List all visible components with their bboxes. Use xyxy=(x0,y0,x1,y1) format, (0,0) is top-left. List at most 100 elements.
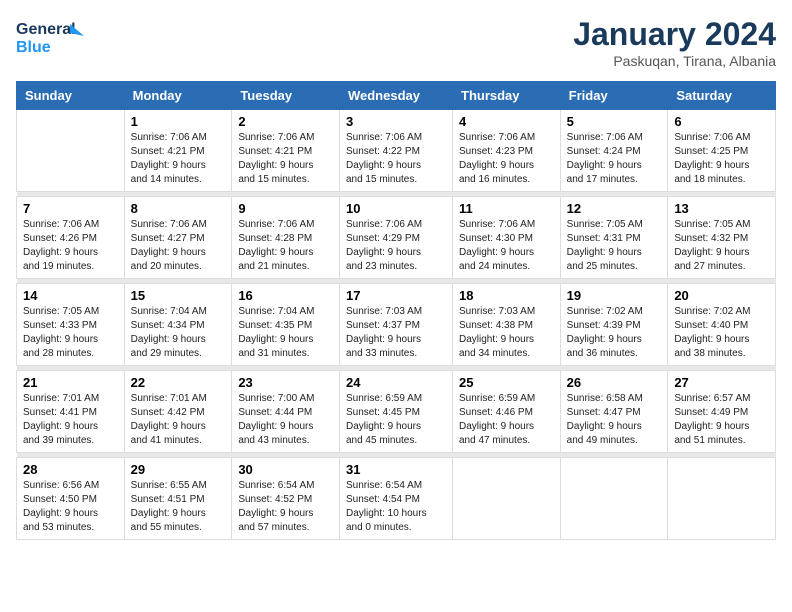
day-number: 2 xyxy=(238,114,333,129)
calendar-cell: 14Sunrise: 7:05 AM Sunset: 4:33 PM Dayli… xyxy=(17,284,125,366)
day-number: 20 xyxy=(674,288,769,303)
day-number: 28 xyxy=(23,462,118,477)
day-number: 7 xyxy=(23,201,118,216)
svg-text:Blue: Blue xyxy=(16,39,51,56)
calendar-cell: 16 Sunrise: 7:04 AM Sunset: 4:35 PM Dayli… xyxy=(232,284,340,366)
day-info: Sunrise: 7:01 AM Sunset: 4:42 PM Dayligh… xyxy=(131,392,226,448)
day-number: 4 xyxy=(459,114,554,129)
day-number: 15 xyxy=(131,288,226,303)
day-info: Sunrise: 7:06 AM Sunset: 4:25 PM Dayligh… xyxy=(674,131,769,187)
week-row-4: 21 Sunrise: 7:01 AM Sunset: 4:41 PM Dayli… xyxy=(17,371,776,453)
day-info: Sunrise: 6:55 AM Sunset: 4:51 PM Dayligh… xyxy=(131,479,226,535)
main-title: January 2024 xyxy=(573,16,776,53)
calendar-cell: 3 Sunrise: 7:06 AM Sunset: 4:22 PM Daylig… xyxy=(339,110,452,192)
day-number: 18 xyxy=(459,288,554,303)
week-row-3: 14Sunrise: 7:05 AM Sunset: 4:33 PM Dayli… xyxy=(17,284,776,366)
day-number: 26 xyxy=(567,375,662,390)
logo-icon: GeneralBlue xyxy=(16,16,88,58)
day-info: Sunrise: 6:57 AM Sunset: 4:49 PM Dayligh… xyxy=(674,392,769,448)
day-number: 16 xyxy=(238,288,333,303)
calendar-cell: 15 Sunrise: 7:04 AM Sunset: 4:34 PM Dayli… xyxy=(124,284,232,366)
day-info: Sunrise: 6:59 AM Sunset: 4:45 PM Dayligh… xyxy=(346,392,446,448)
column-header-wednesday: Wednesday xyxy=(339,82,452,110)
calendar-cell: 4 Sunrise: 7:06 AM Sunset: 4:23 PM Daylig… xyxy=(453,110,561,192)
day-number: 31 xyxy=(346,462,446,477)
day-number: 22 xyxy=(131,375,226,390)
day-info: Sunrise: 7:06 AM Sunset: 4:21 PM Dayligh… xyxy=(131,131,226,187)
day-number: 27 xyxy=(674,375,769,390)
day-number: 21 xyxy=(23,375,118,390)
day-number: 13 xyxy=(674,201,769,216)
column-header-tuesday: Tuesday xyxy=(232,82,340,110)
page-header: GeneralBlue January 2024 Paskuqan, Tiran… xyxy=(16,16,776,69)
calendar-cell xyxy=(560,458,668,540)
day-info: Sunrise: 7:02 AM Sunset: 4:40 PM Dayligh… xyxy=(674,305,769,361)
calendar-cell: 10 Sunrise: 7:06 AM Sunset: 4:29 PM Dayli… xyxy=(339,197,452,279)
column-header-thursday: Thursday xyxy=(453,82,561,110)
day-info: Sunrise: 6:56 AM Sunset: 4:50 PM Dayligh… xyxy=(23,479,118,535)
calendar-cell: 11 Sunrise: 7:06 AM Sunset: 4:30 PM Dayli… xyxy=(453,197,561,279)
calendar-cell: 13 Sunrise: 7:05 AM Sunset: 4:32 PM Dayli… xyxy=(668,197,776,279)
day-info: Sunrise: 7:06 AM Sunset: 4:22 PM Dayligh… xyxy=(346,131,446,187)
day-info: Sunrise: 7:05 AM Sunset: 4:31 PM Dayligh… xyxy=(567,218,662,274)
day-number: 24 xyxy=(346,375,446,390)
day-info: Sunrise: 7:02 AM Sunset: 4:39 PM Dayligh… xyxy=(567,305,662,361)
day-info: Sunrise: 7:06 AM Sunset: 4:28 PM Dayligh… xyxy=(238,218,333,274)
calendar-cell: 23 Sunrise: 7:00 AM Sunset: 4:44 PM Dayli… xyxy=(232,371,340,453)
day-number: 23 xyxy=(238,375,333,390)
column-header-friday: Friday xyxy=(560,82,668,110)
day-number: 6 xyxy=(674,114,769,129)
calendar-cell: 2Sunrise: 7:06 AM Sunset: 4:21 PM Daylig… xyxy=(232,110,340,192)
calendar-table: SundayMondayTuesdayWednesdayThursdayFrid… xyxy=(16,81,776,540)
day-number: 17 xyxy=(346,288,446,303)
calendar-cell: 6 Sunrise: 7:06 AM Sunset: 4:25 PM Daylig… xyxy=(668,110,776,192)
svg-text:General: General xyxy=(16,21,76,38)
calendar-cell xyxy=(668,458,776,540)
day-number: 11 xyxy=(459,201,554,216)
column-header-sunday: Sunday xyxy=(17,82,125,110)
week-row-2: 7Sunrise: 7:06 AM Sunset: 4:26 PM Daylig… xyxy=(17,197,776,279)
day-info: Sunrise: 6:59 AM Sunset: 4:46 PM Dayligh… xyxy=(459,392,554,448)
day-number: 30 xyxy=(238,462,333,477)
day-number: 10 xyxy=(346,201,446,216)
calendar-cell xyxy=(453,458,561,540)
day-number: 8 xyxy=(131,201,226,216)
calendar-cell: 24 Sunrise: 6:59 AM Sunset: 4:45 PM Dayli… xyxy=(339,371,452,453)
day-number: 3 xyxy=(346,114,446,129)
subtitle: Paskuqan, Tirana, Albania xyxy=(573,53,776,69)
week-row-5: 28 Sunrise: 6:56 AM Sunset: 4:50 PM Dayli… xyxy=(17,458,776,540)
calendar-cell: 27 Sunrise: 6:57 AM Sunset: 4:49 PM Dayli… xyxy=(668,371,776,453)
header-row: SundayMondayTuesdayWednesdayThursdayFrid… xyxy=(17,82,776,110)
day-info: Sunrise: 7:05 AM Sunset: 4:32 PM Dayligh… xyxy=(674,218,769,274)
calendar-cell: 31Sunrise: 6:54 AM Sunset: 4:54 PM Dayli… xyxy=(339,458,452,540)
day-number: 9 xyxy=(238,201,333,216)
calendar-cell: 8Sunrise: 7:06 AM Sunset: 4:27 PM Daylig… xyxy=(124,197,232,279)
column-header-saturday: Saturday xyxy=(668,82,776,110)
calendar-cell: 17 Sunrise: 7:03 AM Sunset: 4:37 PM Dayli… xyxy=(339,284,452,366)
day-info: Sunrise: 7:04 AM Sunset: 4:35 PM Dayligh… xyxy=(238,305,333,361)
day-info: Sunrise: 7:06 AM Sunset: 4:23 PM Dayligh… xyxy=(459,131,554,187)
calendar-cell: 22 Sunrise: 7:01 AM Sunset: 4:42 PM Dayli… xyxy=(124,371,232,453)
day-info: Sunrise: 6:58 AM Sunset: 4:47 PM Dayligh… xyxy=(567,392,662,448)
day-number: 14 xyxy=(23,288,118,303)
day-info: Sunrise: 7:03 AM Sunset: 4:37 PM Dayligh… xyxy=(346,305,446,361)
day-number: 29 xyxy=(131,462,226,477)
calendar-cell: 29 Sunrise: 6:55 AM Sunset: 4:51 PM Dayli… xyxy=(124,458,232,540)
day-info: Sunrise: 7:00 AM Sunset: 4:44 PM Dayligh… xyxy=(238,392,333,448)
calendar-cell: 18Sunrise: 7:03 AM Sunset: 4:38 PM Dayli… xyxy=(453,284,561,366)
calendar-cell: 19 Sunrise: 7:02 AM Sunset: 4:39 PM Dayli… xyxy=(560,284,668,366)
day-info: Sunrise: 7:06 AM Sunset: 4:30 PM Dayligh… xyxy=(459,218,554,274)
day-info: Sunrise: 7:06 AM Sunset: 4:29 PM Dayligh… xyxy=(346,218,446,274)
day-number: 12 xyxy=(567,201,662,216)
day-number: 1 xyxy=(131,114,226,129)
column-header-monday: Monday xyxy=(124,82,232,110)
day-info: Sunrise: 7:06 AM Sunset: 4:24 PM Dayligh… xyxy=(567,131,662,187)
day-number: 19 xyxy=(567,288,662,303)
calendar-cell: 7Sunrise: 7:06 AM Sunset: 4:26 PM Daylig… xyxy=(17,197,125,279)
day-info: Sunrise: 7:04 AM Sunset: 4:34 PM Dayligh… xyxy=(131,305,226,361)
calendar-cell: 12 Sunrise: 7:05 AM Sunset: 4:31 PM Dayli… xyxy=(560,197,668,279)
calendar-cell: 20 Sunrise: 7:02 AM Sunset: 4:40 PM Dayli… xyxy=(668,284,776,366)
day-info: Sunrise: 6:54 AM Sunset: 4:52 PM Dayligh… xyxy=(238,479,333,535)
week-row-1: 1 Sunrise: 7:06 AM Sunset: 4:21 PM Daylig… xyxy=(17,110,776,192)
day-info: Sunrise: 7:01 AM Sunset: 4:41 PM Dayligh… xyxy=(23,392,118,448)
